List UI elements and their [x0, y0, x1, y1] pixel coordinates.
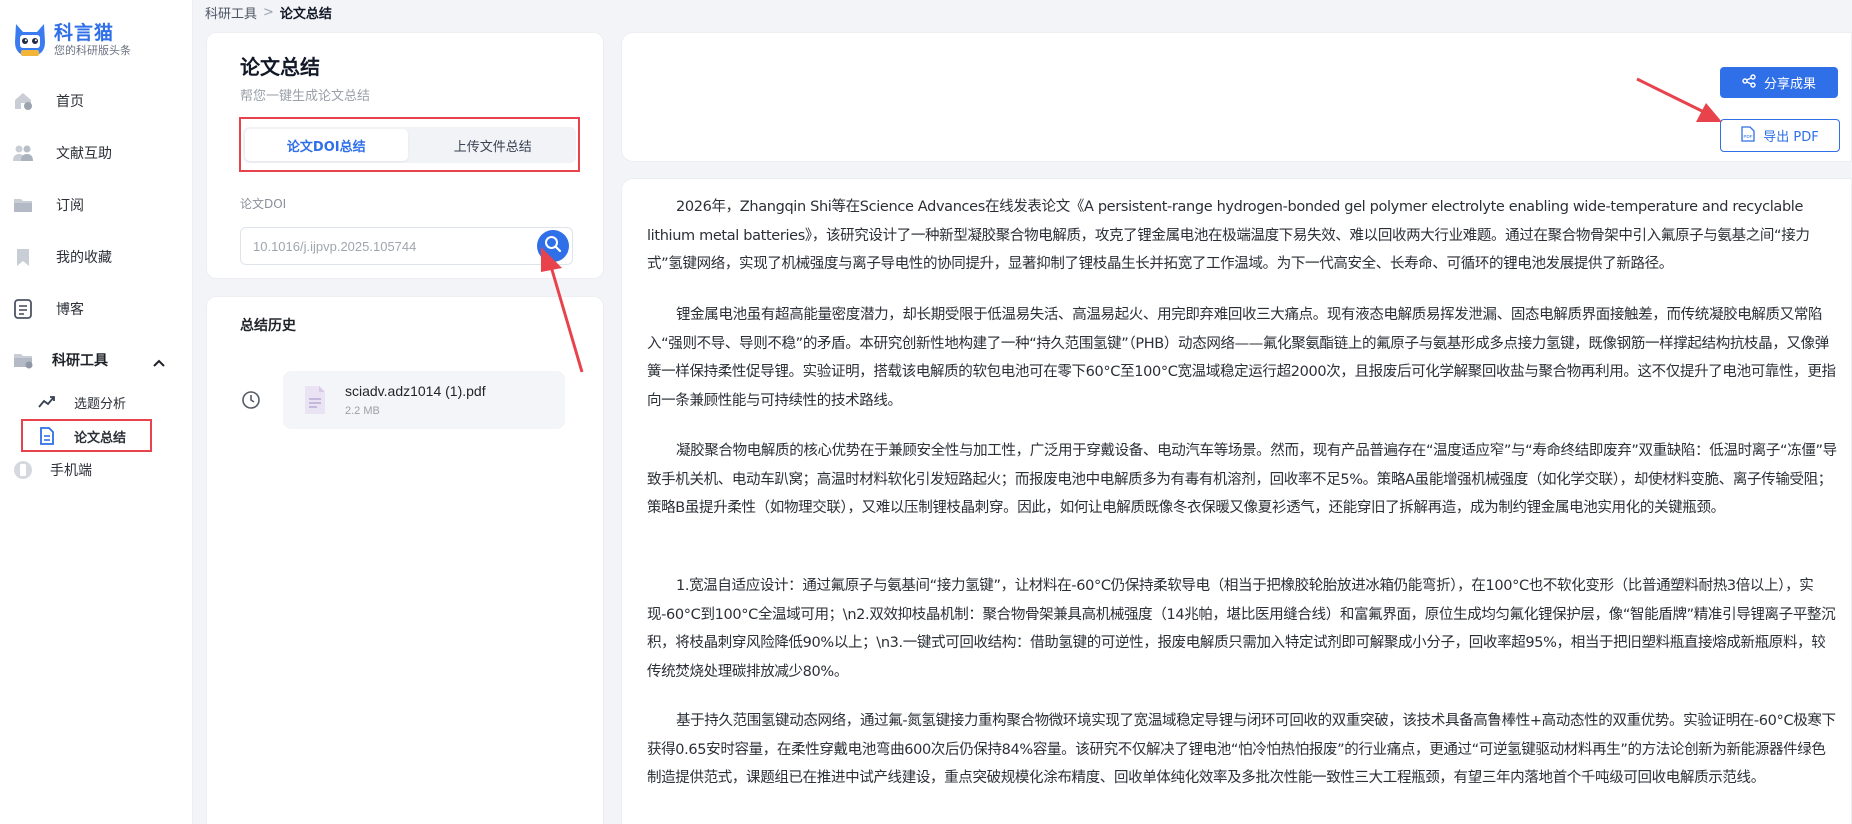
- summary-mode-tabs: 论文DOI总结 上传文件总结: [243, 127, 576, 163]
- doi-field-label: 论文DOI: [240, 197, 287, 211]
- breadcrumb-current: 论文总结: [279, 7, 332, 22]
- folder-icon: [12, 194, 34, 216]
- svg-text:PDF: PDF: [1744, 134, 1753, 139]
- export-button-label: 导出 PDF: [1763, 130, 1819, 145]
- folder-icon: [12, 349, 34, 371]
- pdf-icon: PDF: [1741, 125, 1755, 146]
- summary-paragraph: 凝胶聚合物电解质的核心优势在于兼顾安全性与加工性，广泛用于穿戴设备、电动汽车等场…: [647, 443, 1837, 516]
- sidebar-group-label: 科研工具: [52, 353, 108, 369]
- trend-icon: [36, 391, 58, 413]
- summary-card: 论文总结 帮您一键生成论文总结 论文DOI总结 上传文件总结 论文DOI: [206, 32, 604, 279]
- app-logo[interactable]: 科言猫 您的科研版头条: [12, 20, 131, 60]
- document-icon: [12, 298, 34, 320]
- share-button[interactable]: 分享成果: [1720, 67, 1838, 98]
- export-pdf-button[interactable]: PDF 导出 PDF: [1720, 119, 1840, 152]
- phone-icon: [12, 459, 34, 481]
- sidebar-nav: 首页 文献互助 订阅 我的收藏 博客 科研工具 选题分析 论文总结 手机端: [0, 75, 193, 487]
- search-button[interactable]: [537, 230, 569, 262]
- sidebar-subitem-topic-analysis[interactable]: 选题分析: [0, 385, 193, 419]
- doi-input[interactable]: [240, 227, 573, 265]
- file-size: 2.2 MB: [345, 405, 380, 417]
- history-file-item[interactable]: sciadv.adz1014 (1).pdf 2.2 MB: [283, 371, 565, 429]
- tab-upload-summary[interactable]: 上传文件总结: [412, 129, 575, 161]
- breadcrumb: 科研工具 > 论文总结: [205, 3, 332, 22]
- chevron-up-icon[interactable]: [152, 353, 166, 372]
- sidebar-item-home[interactable]: 首页: [0, 75, 193, 127]
- bookmark-icon: [12, 246, 34, 268]
- history-title: 总结历史: [240, 318, 296, 334]
- sidebar-item-blog[interactable]: 博客: [0, 283, 193, 335]
- summary-article: 2026年，Zhangqin Shi等在Science Advances在线发表…: [621, 178, 1852, 824]
- cat-logo-icon: [12, 20, 48, 60]
- tab-doi-summary[interactable]: 论文DOI总结: [245, 129, 408, 161]
- logo-subtitle: 您的科研版头条: [54, 44, 131, 57]
- page-title: 论文总结: [240, 55, 320, 79]
- sidebar-item-label: 订阅: [56, 198, 84, 214]
- sidebar-subitem-paper-summary[interactable]: 论文总结: [0, 419, 193, 453]
- sidebar-item-label: 我的收藏: [56, 250, 112, 266]
- breadcrumb-parent[interactable]: 科研工具: [205, 3, 257, 22]
- sidebar: 科言猫 您的科研版头条 首页 文献互助 订阅 我的收藏 博客 科研工具 选题分析…: [0, 0, 193, 824]
- summary-paragraph: 锂金属电池虽有超高能量密度潜力，却长期受限于低温易失活、高温易起火、用完即弃难回…: [647, 307, 1836, 409]
- share-icon: [1742, 73, 1756, 92]
- search-icon: [544, 235, 562, 257]
- share-button-label: 分享成果: [1763, 77, 1816, 92]
- annotation-highlight-box: [21, 419, 152, 452]
- sidebar-item-favorites[interactable]: 我的收藏: [0, 231, 193, 283]
- result-toolbar-card: [621, 32, 1852, 162]
- people-icon: [12, 142, 34, 164]
- summary-paragraph: 基于持久范围氢键动态网络，通过氟-氮氢键接力重构聚合物微环境实现了宽温域稳定导锂…: [647, 713, 1836, 786]
- sidebar-item-literature-help[interactable]: 文献互助: [0, 127, 193, 179]
- sidebar-item-label: 文献互助: [56, 146, 112, 162]
- breadcrumb-separator: >: [263, 5, 274, 20]
- file-name: sciadv.adz1014 (1).pdf: [345, 383, 486, 399]
- sidebar-subitem-label: 选题分析: [74, 396, 127, 412]
- sidebar-item-subscribe[interactable]: 订阅: [0, 179, 193, 231]
- sidebar-item-mobile[interactable]: 手机端: [0, 453, 193, 487]
- pdf-file-icon: [303, 385, 327, 419]
- page-subtitle: 帮您一键生成论文总结: [240, 89, 371, 104]
- summary-paragraph: 1.宽温自适应设计：通过氟原子与氨基间“接力氢键”，让材料在-60°C仍保持柔软…: [647, 578, 1836, 680]
- home-icon: [12, 90, 34, 112]
- clock-icon: [241, 390, 261, 414]
- summary-paragraph: 2026年，Zhangqin Shi等在Science Advances在线发表…: [647, 199, 1810, 272]
- sidebar-item-label: 首页: [56, 94, 84, 110]
- sidebar-item-label: 博客: [56, 302, 84, 318]
- history-card: 总结历史 sciadv.adz1014 (1).pdf 2.2 MB: [206, 296, 604, 824]
- sidebar-item-label: 手机端: [50, 463, 92, 479]
- sidebar-group-research-tools[interactable]: 科研工具: [0, 335, 193, 385]
- logo-title: 科言猫: [54, 22, 115, 44]
